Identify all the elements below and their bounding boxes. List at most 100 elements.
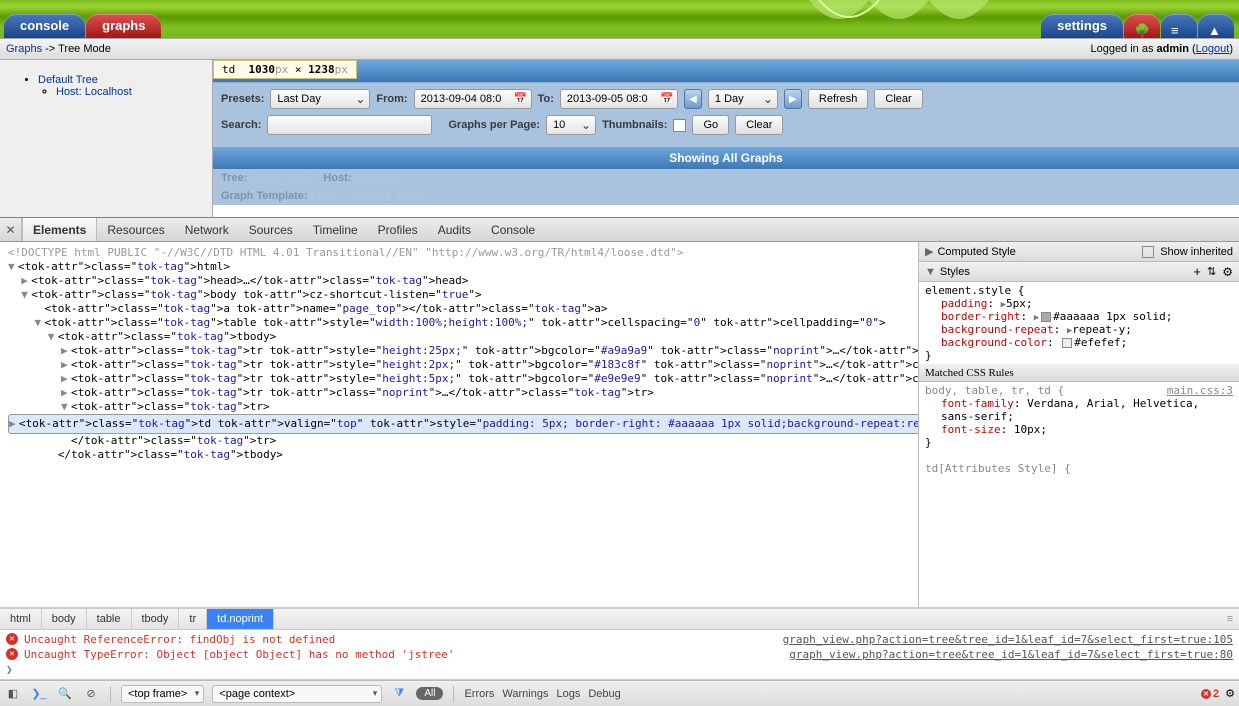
devtools-status-bar: ◧ ❯_ 🔍 ⊘ <top frame> <page context> ⧩ Al… — [0, 680, 1239, 706]
from-input[interactable]: 2013-09-04 08:0 — [414, 89, 532, 109]
tab-settings-label: settings — [1057, 18, 1107, 33]
crumb-tr[interactable]: tr — [179, 609, 207, 629]
show-inherited-label: Show inherited — [1160, 246, 1233, 258]
styles-header[interactable]: ▼ Styles + ⇅ ⚙ — [919, 262, 1239, 282]
crumb-td-noprint[interactable]: td.noprint — [207, 609, 274, 629]
breadcrumb-graphs-link[interactable]: Graphs — [6, 43, 42, 55]
sub1-v: Default Tree-> — [247, 172, 323, 184]
filter-icon[interactable]: ⧩ — [390, 685, 408, 703]
gear-icon[interactable]: ⚙ — [1222, 265, 1233, 279]
devtools-tab-network[interactable]: Network — [175, 218, 239, 241]
clear-icon[interactable]: ⊘ — [82, 685, 100, 703]
clear2-button[interactable]: Clear — [735, 115, 783, 135]
computed-style-header[interactable]: ▶ Computed Style Show inherited — [919, 242, 1239, 262]
refresh-button[interactable]: Refresh — [808, 89, 869, 109]
styles-label: Styles — [940, 266, 970, 278]
devtools-tab-timeline[interactable]: Timeline — [303, 218, 368, 241]
list-icon: ≡ — [1171, 19, 1187, 35]
filter-debug[interactable]: Debug — [588, 688, 620, 700]
new-rule-icon[interactable]: + — [1193, 264, 1201, 279]
tree-icon: 🌳 — [1134, 19, 1150, 35]
header-decoration — [809, 0, 989, 38]
login-status: Logged in as admin (Logout) — [1090, 43, 1233, 55]
to-value: 2013-09-05 08:0 — [567, 93, 648, 105]
frame-select[interactable]: <top frame> — [121, 685, 204, 703]
search-input[interactable] — [267, 115, 432, 135]
context-select[interactable]: <page context> — [212, 685, 382, 703]
crumb-html[interactable]: html — [0, 609, 42, 629]
date-prev-button[interactable]: ◀ — [684, 89, 702, 109]
gpp-select[interactable]: 10 — [546, 115, 596, 135]
tab-tree-view[interactable]: 🌳 — [1124, 14, 1160, 38]
devtools-tab-profiles[interactable]: Profiles — [368, 218, 428, 241]
filter-errors[interactable]: Errors — [464, 688, 494, 700]
filter-logs[interactable]: Logs — [556, 688, 580, 700]
search-icon[interactable]: 🔍 — [56, 685, 74, 703]
graph-filters-panel: Graph Filters Presets: Last Day From: 20… — [213, 60, 1239, 217]
tab-preview-view[interactable]: ▲ — [1198, 14, 1234, 38]
crumb-tbody[interactable]: tbody — [132, 609, 180, 629]
separator — [453, 686, 454, 702]
filter-warnings[interactable]: Warnings — [502, 688, 548, 700]
dom-tree-pane[interactable]: <!DOCTYPE html PUBLIC "-//W3C//DTD HTML … — [0, 242, 919, 607]
dock-icon[interactable]: ◧ — [4, 685, 22, 703]
tab-settings[interactable]: settings — [1041, 14, 1123, 38]
tooltip-x: × — [295, 63, 308, 76]
search-label: Search: — [221, 119, 261, 131]
go-button[interactable]: Go — [692, 115, 729, 135]
computed-style-label: Computed Style — [937, 246, 1015, 258]
settings-gear-icon[interactable]: ⚙ — [1225, 687, 1235, 700]
logout-link[interactable]: Logout — [1196, 43, 1230, 55]
error-count: 2 — [1213, 688, 1219, 700]
gpp-label: Graphs per Page: — [448, 119, 540, 131]
devtools-tab-sources[interactable]: Sources — [239, 218, 303, 241]
filter-all[interactable]: All — [416, 687, 443, 700]
tree-root-label[interactable]: Default Tree — [38, 74, 98, 86]
error-count-badge[interactable]: ✕2 — [1201, 688, 1219, 700]
element-size-tooltip: td 1030px × 1238px — [213, 60, 357, 79]
tab-graphs-label: graphs — [102, 18, 145, 33]
showing-all-banner: Showing All Graphs — [213, 147, 1239, 169]
thumbnails-checkbox[interactable] — [673, 119, 686, 132]
breadcrumb-tail: Tree Mode — [58, 43, 111, 55]
tooltip-el: td — [222, 63, 235, 76]
chevron-down-icon: ▼ — [925, 266, 936, 278]
presets-label: Presets: — [221, 93, 264, 105]
styles-pane: ▶ Computed Style Show inherited ▼ Styles… — [919, 242, 1239, 607]
tree-child-0[interactable]: Host: Localhost — [56, 86, 208, 98]
tab-graphs[interactable]: graphs — [86, 14, 161, 38]
to-input[interactable]: 2013-09-05 08:0 — [560, 89, 678, 109]
tree-child-0-label[interactable]: Host: Localhost — [56, 86, 132, 98]
presets-select[interactable]: Last Day — [270, 89, 370, 109]
toggle-state-icon[interactable]: ⇅ — [1207, 265, 1216, 278]
sub1-k2: Host: — [323, 172, 351, 184]
devtools-tab-resources[interactable]: Resources — [97, 218, 174, 241]
crumbs-menu-icon[interactable]: ≡ — [1221, 613, 1239, 625]
devtools-tab-console[interactable]: Console — [481, 218, 545, 241]
frame-value: <top frame> — [128, 688, 187, 700]
graph-tree-sidebar: Default Tree Host: Localhost — [0, 60, 213, 217]
devtools-tab-audits[interactable]: Audits — [428, 218, 481, 241]
to-label: To: — [538, 93, 554, 105]
app-header: console graphs settings 🌳 ≡ ▲ — [0, 0, 1239, 38]
gpp-value: 10 — [553, 119, 565, 131]
devtools-tab-elements[interactable]: Elements — [22, 218, 97, 241]
thumbnails-label: Thumbnails: — [602, 119, 667, 131]
crumb-body[interactable]: body — [42, 609, 87, 629]
tab-list-view[interactable]: ≡ — [1161, 14, 1197, 38]
tree-root[interactable]: Default Tree Host: Localhost — [38, 74, 208, 98]
login-prefix: Logged in as — [1090, 43, 1156, 55]
sub2-k: Graph Template: — [221, 190, 308, 202]
timespan-select[interactable]: 1 Day — [708, 89, 778, 109]
console-toggle-icon[interactable]: ❯_ — [30, 685, 48, 703]
styles-body[interactable]: element.style {padding: ▶5px;border-righ… — [919, 282, 1239, 607]
template-subbanner: Graph Template: Linux - Memory Usage — [213, 187, 1239, 205]
clear-button[interactable]: Clear — [874, 89, 922, 109]
crumb-table[interactable]: table — [87, 609, 132, 629]
date-next-button[interactable]: ▶ — [784, 89, 802, 109]
show-inherited-checkbox[interactable] — [1142, 246, 1154, 258]
tab-console[interactable]: console — [4, 14, 85, 38]
chevron-right-icon: ▶ — [925, 245, 933, 258]
breadcrumb: Graphs -> Tree Mode — [6, 43, 111, 55]
devtools-close-button[interactable]: ✕ — [0, 218, 22, 241]
